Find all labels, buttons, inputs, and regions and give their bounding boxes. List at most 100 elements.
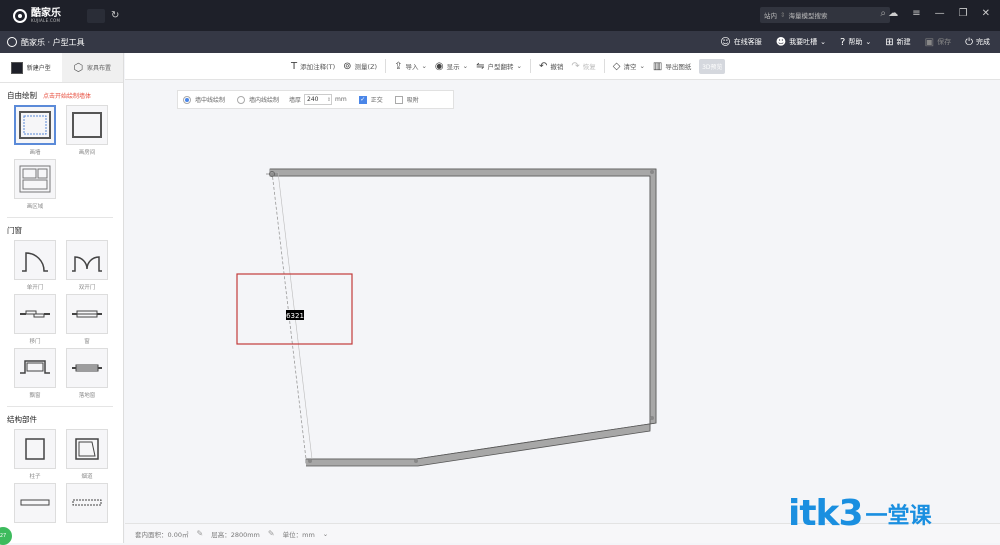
edit-area-icon[interactable]: ✎ xyxy=(196,529,203,538)
unit-select[interactable]: 单位：mm xyxy=(283,529,315,539)
eraser-icon: ◇ xyxy=(612,60,621,72)
export-icon: ▥ xyxy=(652,60,663,72)
online-service-button[interactable]: ☺ 在线客服 xyxy=(720,37,761,48)
bay-window-tool[interactable]: 飘窗 xyxy=(14,348,56,400)
flue-icon xyxy=(75,438,99,460)
area-readout: 套内面积：0.00㎡ xyxy=(135,530,189,539)
chevron-down-icon[interactable]: ⌄ xyxy=(323,530,328,538)
logo-icon xyxy=(13,8,27,23)
wall-thickness-input[interactable]: 240 ⇕ xyxy=(304,94,333,105)
restore-icon[interactable]: ❐ xyxy=(959,8,968,19)
title-bar: 酷家乐 KUJIALE.COM ↻ 站内 ⇕ 海量模型搜索 ⌕ ☁ ≡ — ❐ … xyxy=(0,0,1000,31)
search-box[interactable]: 站内 ⇕ 海量模型搜索 ⌕ xyxy=(760,7,890,23)
floor-window-tool[interactable]: 落地窗 xyxy=(66,348,108,400)
search-icon[interactable]: ⌕ xyxy=(880,8,886,19)
floor-window-icon xyxy=(72,364,102,372)
save-button[interactable]: ▣ 保存 xyxy=(925,37,951,48)
refresh-icon[interactable]: ↻ xyxy=(111,10,119,21)
back-button[interactable] xyxy=(87,8,105,23)
draw-area-tool[interactable]: 画区域 xyxy=(14,159,56,211)
beam-icon xyxy=(20,499,50,506)
undo-icon: ↶ xyxy=(538,60,548,72)
headset-icon: ☺ xyxy=(720,36,731,48)
dimension-label[interactable]: 6321 xyxy=(286,312,304,320)
tab-furniture[interactable]: ⬡ 家具布置 xyxy=(61,53,123,82)
window-icon xyxy=(72,310,102,318)
preview-3d-button[interactable]: 3D预览 xyxy=(699,58,726,74)
single-door-tool[interactable]: 单开门 xyxy=(14,240,56,292)
draw-room-icon xyxy=(72,112,102,138)
double-door-tool[interactable]: 双开门 xyxy=(66,240,108,292)
structure-section: 结构部件 xyxy=(7,415,37,424)
cube-icon: ⬡ xyxy=(73,61,84,74)
inner-line-radio[interactable] xyxy=(237,95,246,104)
ortho-checkbox[interactable]: ✓ xyxy=(358,95,367,104)
clear-button[interactable]: ◇ 清空 ⌄ xyxy=(613,61,645,72)
brand-name: 酷家乐 xyxy=(31,7,61,19)
import-button[interactable]: ⇪ 导入 ⌄ xyxy=(394,61,427,72)
draw-area-icon xyxy=(19,165,51,193)
draw-wall-tool[interactable]: 画墙 xyxy=(14,105,56,157)
window-tool[interactable]: 窗 xyxy=(66,294,108,346)
feedback-button[interactable]: ☻ 我要吐槽 ⌄ xyxy=(776,37,826,48)
power-icon: ⏻ xyxy=(965,36,973,48)
sliding-door-tool[interactable]: 移门 xyxy=(14,294,56,346)
bay-window-icon xyxy=(20,360,50,374)
search-scope[interactable]: 站内 xyxy=(764,10,777,20)
free-draw-section: 自由绘制 点击开始绘制墙体 xyxy=(7,91,92,100)
menu-icon[interactable]: ≡ xyxy=(912,8,920,19)
tab-new-floorplan[interactable]: 新建户型 xyxy=(0,53,62,82)
redo-button[interactable]: ↷ 恢复 xyxy=(571,61,595,72)
redo-icon: ↷ xyxy=(571,60,580,72)
pillar-icon xyxy=(25,438,45,460)
new-file-icon: ⊞ xyxy=(885,36,894,48)
center-line-radio[interactable] xyxy=(183,95,191,104)
close-icon[interactable]: ✕ xyxy=(982,8,990,19)
text-icon: T xyxy=(291,60,298,72)
draw-wall-icon xyxy=(19,111,51,139)
face-icon: ☻ xyxy=(775,36,787,48)
wall-in-progress[interactable] xyxy=(266,171,313,460)
add-annotation-button[interactable]: T 添加注释(T) xyxy=(291,61,335,72)
search-input[interactable]: 海量模型搜索 xyxy=(788,10,827,20)
minimize-icon[interactable]: — xyxy=(935,8,945,19)
cloud-icon[interactable]: ☁ xyxy=(888,8,898,19)
flip-button[interactable]: ⇋ 户型翻转 ⌄ xyxy=(476,61,522,72)
single-door-icon xyxy=(22,252,48,272)
beam-tool[interactable] xyxy=(14,483,56,523)
undo-button[interactable]: ↶ 撤销 xyxy=(539,61,563,72)
floorplan-icon xyxy=(10,61,23,74)
save-icon: ▣ xyxy=(924,36,935,48)
riser-icon xyxy=(72,499,102,506)
snap-checkbox[interactable] xyxy=(394,95,403,104)
display-button[interactable]: ◉ 显示 ⌄ xyxy=(435,61,468,72)
pillar-tool[interactable]: 柱子 xyxy=(14,429,56,481)
sliding-door-icon xyxy=(20,310,50,318)
flue-tool[interactable]: 烟道 xyxy=(66,429,108,481)
flip-icon: ⇋ xyxy=(476,60,485,72)
app-icon xyxy=(7,37,17,47)
draw-options-bar: 墙中线绘制 墙内线绘制 墙厚 240 ⇕ mm ✓ 正交 吸附 xyxy=(177,90,454,109)
riser-tool[interactable] xyxy=(66,483,108,523)
new-button[interactable]: ⊞ 新建 xyxy=(885,37,910,48)
measure-button[interactable]: ⊚ 测量(Z) xyxy=(343,61,377,72)
help-button[interactable]: ? 帮助 ⌄ xyxy=(840,37,871,48)
ruler-icon: ⊚ xyxy=(343,60,352,72)
edit-height-icon[interactable]: ✎ xyxy=(268,529,275,538)
doors-windows-section: 门窗 xyxy=(7,226,22,235)
canvas-toolbar: T 添加注释(T) ⊚ 测量(Z) ⇪ 导入 ⌄ ◉ 显示 ⌄ ⇋ 户型翻转 ⌄ ↶ 撤销 ↷ 恢复… xyxy=(125,53,1000,80)
double-door-icon xyxy=(72,256,102,272)
wall-outline[interactable] xyxy=(269,168,657,467)
app-header: 酷家乐 · 户型工具 ☺ 在线客服 ☻ 我要吐槽 ⌄ ? 帮助 ⌄ ⊞ 新建 ▣ 保存 ⏻ 完成 xyxy=(0,31,1000,53)
floorplan-canvas[interactable]: 6321 xyxy=(0,0,1000,543)
help-icon: ? xyxy=(840,36,846,48)
free-draw-hint: 点击开始绘制墙体 xyxy=(43,93,92,100)
module-title: 酷家乐 · 户型工具 xyxy=(7,37,85,48)
export-drawing-button[interactable]: ▥ 导出图纸 xyxy=(653,61,691,72)
eye-icon: ◉ xyxy=(434,60,444,72)
chat-badge[interactable]: 27 xyxy=(0,527,12,545)
draw-room-tool[interactable]: 画房间 xyxy=(66,105,108,157)
left-panel: 新建户型 ⬡ 家具布置 自由绘制 点击开始绘制墙体 画墙 画房间 画区域 门窗 单… xyxy=(0,53,124,545)
finish-button[interactable]: ⏻ 完成 xyxy=(965,37,990,48)
import-icon: ⇪ xyxy=(394,60,403,72)
